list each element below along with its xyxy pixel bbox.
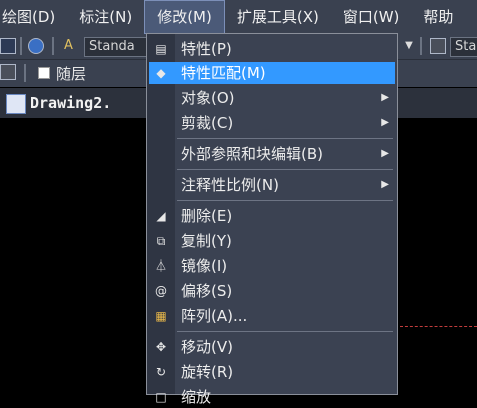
modify-menu: ▤ 特性(P) ◆ 特性匹配(M) 对象(O) ▶ 剪裁(C) ▶ 外部参照和块… — [146, 33, 398, 406]
menu-item-copy[interactable]: ⧉ 复制(Y) — [149, 230, 395, 252]
dim-style-icon — [430, 38, 446, 54]
layer-icon[interactable] — [0, 64, 16, 80]
dashed-line — [400, 326, 477, 327]
menu-draw[interactable]: 绘图(D) — [0, 0, 67, 34]
menu-item-xref-block-edit[interactable]: 外部参照和块编辑(B) ▶ — [149, 143, 395, 165]
menu-item-label: 缩放 — [181, 388, 212, 406]
menu-item-object[interactable]: 对象(O) ▶ — [149, 87, 395, 109]
text-style-combo[interactable]: Standa — [84, 37, 150, 57]
menu-item-label: 注释性比例(N) — [181, 176, 279, 194]
menu-item-match-properties[interactable]: ◆ 特性匹配(M) — [149, 62, 395, 84]
menu-window[interactable]: 窗口(W) — [331, 0, 412, 34]
menu-help[interactable]: 帮助 — [411, 0, 465, 34]
color-swatch — [38, 67, 50, 79]
menu-divider — [177, 200, 393, 201]
menu-item-scale[interactable]: □ 缩放 — [149, 386, 395, 408]
offset-icon: @ — [155, 284, 167, 298]
submenu-arrow-icon: ▶ — [381, 92, 389, 103]
dim-style-combo[interactable]: Sta — [450, 37, 477, 57]
toolbar-icon[interactable] — [0, 38, 16, 54]
color-combo[interactable]: 随层 — [56, 63, 86, 84]
submenu-arrow-icon: ▶ — [381, 179, 389, 190]
toolbar-separator — [24, 64, 26, 82]
dropdown-arrow-icon[interactable]: ▼ — [402, 37, 416, 55]
help-icon[interactable] — [28, 38, 44, 54]
menu-item-label: 外部参照和块编辑(B) — [181, 145, 323, 163]
menu-modify[interactable]: 修改(M) — [144, 0, 225, 34]
toolbar-separator — [20, 37, 22, 55]
menu-item-rotate[interactable]: ↻ 旋转(R) — [149, 361, 395, 383]
rotate-icon: ↻ — [155, 365, 167, 379]
array-icon: ▦ — [155, 309, 167, 323]
drawing-file-icon — [6, 94, 26, 114]
scale-icon: □ — [155, 390, 167, 404]
menu-item-label: 旋转(R) — [181, 363, 234, 381]
submenu-arrow-icon: ▶ — [381, 117, 389, 128]
text-style-icon: A — [64, 38, 73, 53]
menu-bar: 绘图(D) 标注(N) 修改(M) 扩展工具(X) 窗口(W) 帮助 — [0, 0, 477, 34]
tab-drawing[interactable]: Drawing2. — [30, 92, 111, 114]
menu-item-label: 删除(E) — [181, 207, 233, 225]
menu-item-erase[interactable]: ◢ 删除(E) — [149, 205, 395, 227]
toolbar-separator — [420, 37, 422, 55]
menu-item-array[interactable]: ▦ 阵列(A)... — [149, 305, 395, 327]
menu-item-label: 偏移(S) — [181, 282, 233, 300]
menu-item-properties[interactable]: ▤ 特性(P) — [149, 38, 395, 60]
copy-icon: ⧉ — [156, 234, 166, 248]
menu-extended-tools[interactable]: 扩展工具(X) — [225, 0, 331, 34]
menu-item-move[interactable]: ✥ 移动(V) — [149, 336, 395, 358]
eraser-icon: ◢ — [156, 209, 166, 223]
menu-item-annotative-scale[interactable]: 注释性比例(N) ▶ — [149, 174, 395, 196]
menu-divider — [177, 138, 393, 139]
menu-item-label: 对象(O) — [181, 89, 235, 107]
toolbar-separator — [52, 37, 54, 55]
menu-dimension[interactable]: 标注(N) — [67, 0, 144, 34]
menu-item-label: 阵列(A)... — [181, 307, 248, 325]
move-icon: ✥ — [155, 340, 167, 354]
menu-item-label: 移动(V) — [181, 338, 233, 356]
menu-item-label: 镜像(I) — [181, 257, 228, 275]
menu-item-label: 特性匹配(M) — [181, 64, 266, 82]
menu-item-mirror[interactable]: ⏃ 镜像(I) — [149, 255, 395, 277]
menu-item-label: 剪裁(C) — [181, 114, 234, 132]
menu-item-clip[interactable]: 剪裁(C) ▶ — [149, 112, 395, 134]
menu-item-offset[interactable]: @ 偏移(S) — [149, 280, 395, 302]
mirror-icon: ⏃ — [154, 259, 167, 273]
menu-item-label: 复制(Y) — [181, 232, 232, 250]
submenu-arrow-icon: ▶ — [381, 148, 389, 159]
match-properties-icon: ◆ — [156, 66, 166, 80]
menu-divider — [177, 169, 393, 170]
menu-divider — [177, 331, 393, 332]
properties-icon: ▤ — [155, 42, 167, 56]
menu-item-label: 特性(P) — [181, 40, 232, 58]
